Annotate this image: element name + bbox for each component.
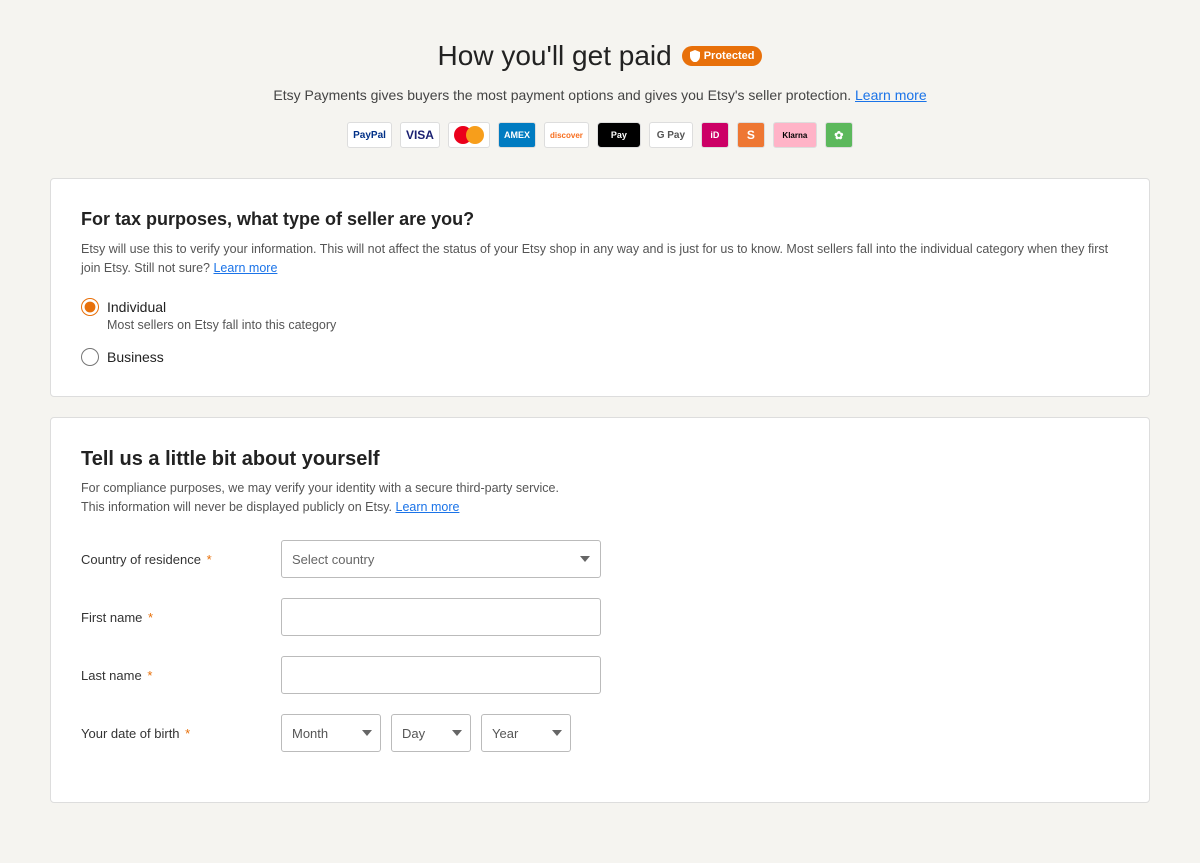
- ideal-icon: iD: [701, 122, 729, 148]
- seller-type-card: For tax purposes, what type of seller ar…: [50, 178, 1150, 397]
- shield-icon: [690, 50, 700, 62]
- dob-year-select[interactable]: Year for(let y=2005;y>=1920;y--) documen…: [481, 714, 571, 752]
- dob-month-select[interactable]: Month January February March April May J…: [281, 714, 381, 752]
- header-subtitle: Etsy Payments gives buyers the most paym…: [50, 84, 1150, 106]
- seller-type-description: Etsy will use this to verify your inform…: [81, 240, 1119, 278]
- seller-type-title: For tax purposes, what type of seller ar…: [81, 209, 1119, 230]
- discover-icon: discover: [544, 122, 589, 148]
- applepay-icon: Pay: [597, 122, 641, 148]
- first-name-field-row: First name *: [81, 598, 1119, 636]
- mastercard-icon: [448, 122, 490, 148]
- country-field-row: Country of residence * Select country Un…: [81, 540, 1119, 578]
- business-radio-input[interactable]: [81, 348, 99, 366]
- protected-badge: Protected: [682, 46, 763, 66]
- dob-field-row: Your date of birth * Month January Febru…: [81, 714, 1119, 752]
- dob-label: Your date of birth *: [81, 726, 281, 741]
- business-option: Business: [81, 348, 1119, 366]
- eco-icon: ✿: [825, 122, 853, 148]
- first-name-input[interactable]: [281, 598, 601, 636]
- dob-day-select[interactable]: Day for(let i=1;i<=31;i++) document.writ…: [391, 714, 471, 752]
- paypal-icon: PayPal: [347, 122, 392, 148]
- individual-sublabel: Most sellers on Etsy fall into this cate…: [107, 318, 1119, 332]
- about-learn-more[interactable]: Learn more: [396, 500, 460, 514]
- last-name-label: Last name *: [81, 668, 281, 683]
- about-section-card: Tell us a little bit about yourself For …: [50, 417, 1150, 804]
- about-section-desc: For compliance purposes, we may verify y…: [81, 479, 1119, 517]
- page-title: How you'll get paid: [438, 40, 672, 72]
- business-label: Business: [107, 349, 164, 365]
- business-radio-label[interactable]: Business: [81, 348, 1119, 366]
- last-name-input[interactable]: [281, 656, 601, 694]
- dob-required-star: *: [182, 726, 191, 741]
- country-select[interactable]: Select country United States United King…: [281, 540, 601, 578]
- country-required-star: *: [203, 552, 212, 567]
- first-name-label: First name *: [81, 610, 281, 625]
- country-label: Country of residence *: [81, 552, 281, 567]
- payment-icons-row: PayPal VISA AMEX discover Pay G Pay iD S…: [50, 122, 1150, 148]
- header-learn-more-link[interactable]: Learn more: [855, 87, 927, 103]
- first-name-required-star: *: [144, 610, 153, 625]
- header-section: How you'll get paid Protected Etsy Payme…: [50, 40, 1150, 148]
- amex-icon: AMEX: [498, 122, 536, 148]
- individual-label: Individual: [107, 299, 166, 315]
- about-section-title: Tell us a little bit about yourself: [81, 448, 1119, 471]
- individual-radio-label[interactable]: Individual: [81, 298, 1119, 316]
- header-title-row: How you'll get paid Protected: [50, 40, 1150, 72]
- sofort-icon: S: [737, 122, 765, 148]
- klarna-icon: Klarna: [773, 122, 817, 148]
- visa-icon: VISA: [400, 122, 440, 148]
- seller-type-radio-group: Individual Most sellers on Etsy fall int…: [81, 298, 1119, 366]
- last-name-field-row: Last name *: [81, 656, 1119, 694]
- last-name-required-star: *: [144, 668, 153, 683]
- gpay-icon: G Pay: [649, 122, 693, 148]
- seller-type-learn-more[interactable]: Learn more: [213, 261, 277, 275]
- individual-option: Individual Most sellers on Etsy fall int…: [81, 298, 1119, 332]
- page-container: How you'll get paid Protected Etsy Payme…: [50, 40, 1150, 823]
- individual-radio-input[interactable]: [81, 298, 99, 316]
- dob-group: Month January February March April May J…: [281, 714, 571, 752]
